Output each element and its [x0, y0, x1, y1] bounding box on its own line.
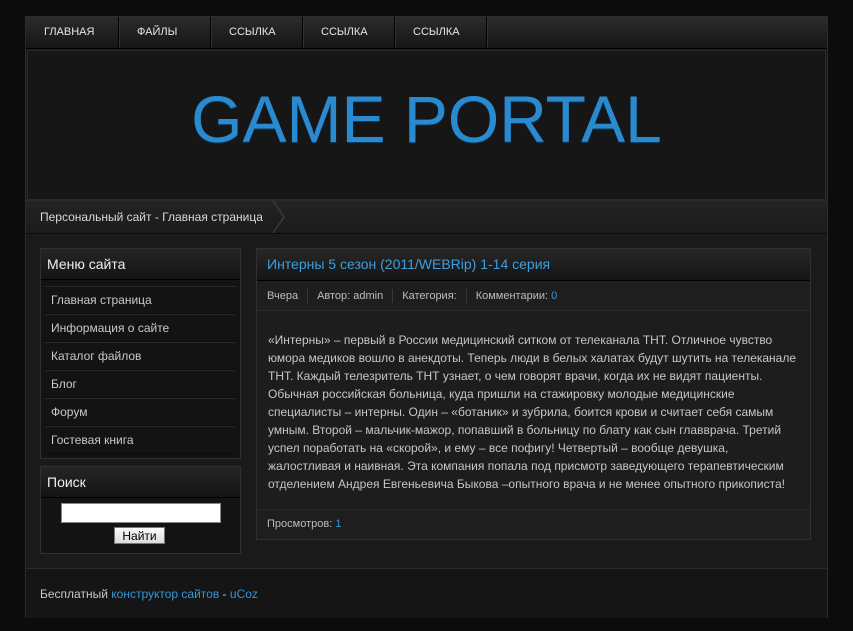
nav-item-home[interactable]: ГЛАВНАЯ [26, 17, 119, 48]
site-menu-block: Меню сайта Главная страница Информация о… [40, 248, 241, 459]
search-title: Поиск [41, 467, 240, 498]
site-logo[interactable]: GAME PORTAL [28, 81, 825, 157]
post-entry: Интерны 5 сезон (2011/WEBRip) 1-14 серия… [256, 248, 811, 540]
site-menu: Главная страница Информация о сайте Ката… [41, 280, 240, 458]
breadcrumb-chevron-icon [272, 201, 285, 233]
search-button[interactable]: Найти [114, 527, 165, 544]
comments-label: Комментарии: [475, 289, 549, 302]
site-header: GAME PORTAL [27, 50, 826, 200]
views-count: 1 [335, 518, 342, 530]
page-container: ГЛАВНАЯ ФАЙЛЫ ССЫЛКА ССЫЛКА ССЫЛКА GAME … [25, 16, 828, 618]
footer-text: Бесплатный конструктор сайтов - uCoz [40, 587, 258, 601]
menu-item-forum[interactable]: Форум [45, 398, 236, 426]
menu-title: Меню сайта [41, 249, 240, 280]
post-meta: Вчера Автор: admin Категория: Комментари… [257, 281, 810, 311]
menu-item-home[interactable]: Главная страница [45, 286, 236, 314]
comments-count-link[interactable]: 0 [551, 290, 557, 302]
footer-link-constructor[interactable]: конструктор сайтов [111, 587, 219, 601]
post-author: Автор: admin [308, 288, 394, 303]
search-block: Поиск Найти [40, 466, 241, 554]
menu-item-guestbook[interactable]: Гостевая книга [45, 426, 236, 454]
views-label: Просмотров: [267, 518, 333, 530]
post-title[interactable]: Интерны 5 сезон (2011/WEBRip) 1-14 серия [257, 249, 810, 281]
post-category: Категория: [393, 288, 467, 303]
nav-item-link-2[interactable]: ССЫЛКА [303, 17, 395, 48]
nav-item-link-3[interactable]: ССЫЛКА [395, 17, 487, 48]
breadcrumb-bar: Персональный сайт - Главная страница [26, 200, 827, 234]
post-comments: Комментарии: 0 [467, 289, 567, 303]
menu-item-about[interactable]: Информация о сайте [45, 314, 236, 342]
breadcrumb: Персональный сайт - Главная страница [40, 210, 263, 224]
post-date: Вчера [257, 288, 309, 303]
footer-separator: - [222, 587, 227, 601]
nav-item-files[interactable]: ФАЙЛЫ [119, 17, 211, 48]
footer-link-ucoz[interactable]: uCoz [230, 587, 258, 601]
site-footer: Бесплатный конструктор сайтов - uCoz [26, 568, 827, 618]
top-nav: ГЛАВНАЯ ФАЙЛЫ ССЫЛКА ССЫЛКА ССЫЛКА [26, 17, 827, 49]
footer-prefix: Бесплатный [40, 587, 108, 601]
menu-item-catalog[interactable]: Каталог файлов [45, 342, 236, 370]
post-body: «Интерны» – первый в России медицинский … [268, 333, 797, 491]
menu-item-blog[interactable]: Блог [45, 370, 236, 398]
post-footer: Просмотров: 1 [257, 509, 810, 539]
search-input[interactable] [61, 503, 221, 523]
nav-item-link-1[interactable]: ССЫЛКА [211, 17, 303, 48]
